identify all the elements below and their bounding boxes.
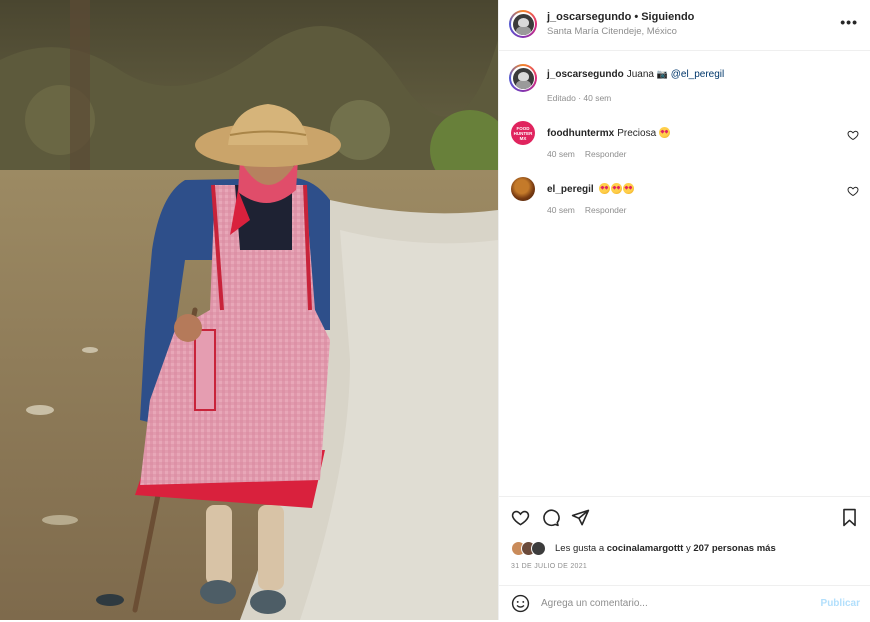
likes-others-link[interactable]: 207 personas más — [693, 543, 775, 554]
comment-time: 40 sem — [547, 205, 575, 215]
more-options-icon[interactable]: ••• — [840, 14, 858, 30]
caption-avatar[interactable] — [509, 64, 537, 92]
caption-meta: Editado · 40 sem — [547, 93, 612, 103]
comment-like-heart-icon[interactable] — [847, 185, 859, 197]
separator-dot: • — [634, 11, 639, 23]
post-side-panel: j_oscarsegundo • Siguiendo Santa María Cit… — [498, 0, 870, 620]
photo-illustration — [0, 0, 498, 620]
caption: j_oscarsegundo Juana 📷 @el_peregil Editad… — [509, 64, 861, 108]
camera-icon: 📷 — [656, 69, 668, 79]
reply-button[interactable]: Responder — [585, 149, 627, 159]
likes-middle: y — [685, 542, 691, 554]
reply-button[interactable]: Responder — [585, 205, 627, 215]
comment-author[interactable]: el_peregil — [547, 184, 594, 195]
caption-text: j_oscarsegundo Juana 📷 @el_peregil — [547, 69, 724, 80]
avatar-text: FOOD HUNTER MX — [513, 125, 533, 141]
heart-eyes-emoji-icon — [658, 127, 670, 138]
caption-author[interactable]: j_oscarsegundo — [547, 69, 624, 80]
publish-button[interactable]: Publicar — [821, 598, 860, 609]
post-location[interactable]: Santa María Citendeje, México — [547, 26, 677, 37]
comment-avatar[interactable]: FOOD HUNTER MX — [511, 121, 535, 145]
caption-mention-link[interactable]: @el_peregil — [671, 69, 725, 80]
bookmark-icon[interactable] — [841, 508, 858, 527]
heart-eyes-emoji-icon — [611, 183, 623, 194]
comment-meta: 40 sem Responder — [547, 205, 636, 215]
comment-icon[interactable] — [541, 508, 560, 527]
caption-body: Juana — [626, 69, 654, 80]
liker-avatars[interactable] — [511, 541, 551, 556]
add-comment-bar: Agrega un comentario... Publicar — [499, 585, 870, 622]
likes-prefix: Les gusta a — [555, 542, 605, 554]
liker-avatar — [531, 541, 546, 556]
comment-text: foodhuntermx Preciosa — [547, 127, 671, 139]
heart-icon[interactable] — [511, 508, 530, 527]
post-header: j_oscarsegundo • Siguiendo Santa María Cit… — [499, 0, 870, 51]
post-photo[interactable] — [0, 0, 498, 620]
heart-eyes-emoji-icon — [623, 183, 635, 194]
likes-summary: Les gusta a cocinalamargottt y 207 perso… — [511, 541, 776, 556]
post-date: 31 DE JULIO DE 2021 — [511, 563, 588, 570]
comment-text: el_peregil — [547, 183, 635, 195]
comment-author[interactable]: foodhuntermx — [547, 128, 614, 139]
author-username[interactable]: j_oscarsegundo — [547, 11, 631, 23]
author-header-line: j_oscarsegundo • Siguiendo — [547, 11, 694, 23]
post-actions: Les gusta a cocinalamargottt y 207 perso… — [499, 496, 870, 621]
share-icon[interactable] — [571, 508, 590, 527]
author-avatar[interactable] — [509, 10, 537, 38]
follow-status-button[interactable]: Siguiendo — [641, 11, 694, 23]
smiley-icon[interactable] — [511, 594, 530, 613]
comment-avatar[interactable] — [511, 177, 535, 201]
comment-meta: 40 sem Responder — [547, 149, 636, 159]
comment-input[interactable]: Agrega un comentario... — [541, 598, 648, 609]
comment-like-heart-icon[interactable] — [847, 129, 859, 141]
likes-user-link[interactable]: cocinalamargottt — [607, 543, 684, 554]
heart-eyes-emoji-icon — [599, 183, 611, 194]
comment-item: el_peregil 40 sem Responder — [511, 177, 861, 221]
comment-body: Preciosa — [617, 128, 657, 139]
comment-item: FOOD HUNTER MX foodhuntermx Preciosa 40 s… — [511, 121, 861, 165]
comment-time: 40 sem — [547, 149, 575, 159]
